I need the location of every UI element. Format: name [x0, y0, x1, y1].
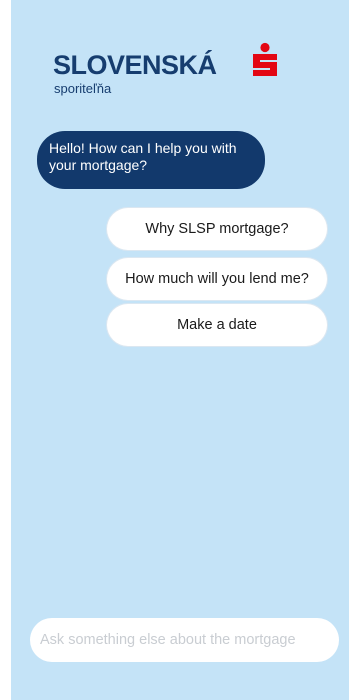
brand-logo: SLOVENSKÁ sporiteľňa — [53, 40, 293, 100]
option-make-a-date[interactable]: Make a date — [107, 304, 327, 346]
bot-message: Hello! How can I help you with your mort… — [37, 131, 265, 189]
logo-wordmark: SLOVENSKÁ — [53, 50, 217, 80]
right-edge — [349, 0, 353, 700]
chat-window: SLOVENSKÁ sporiteľňa Hello! How can I he… — [0, 0, 353, 700]
s-logo-icon — [249, 42, 281, 78]
chat-panel: SLOVENSKÁ sporiteľňa Hello! How can I he… — [11, 0, 349, 700]
option-why-slsp-mortgage[interactable]: Why SLSP mortgage? — [107, 208, 327, 250]
logo-subtext: sporiteľňa — [54, 81, 112, 96]
message-input[interactable] — [30, 618, 339, 662]
option-how-much-lend[interactable]: How much will you lend me? — [107, 258, 327, 300]
